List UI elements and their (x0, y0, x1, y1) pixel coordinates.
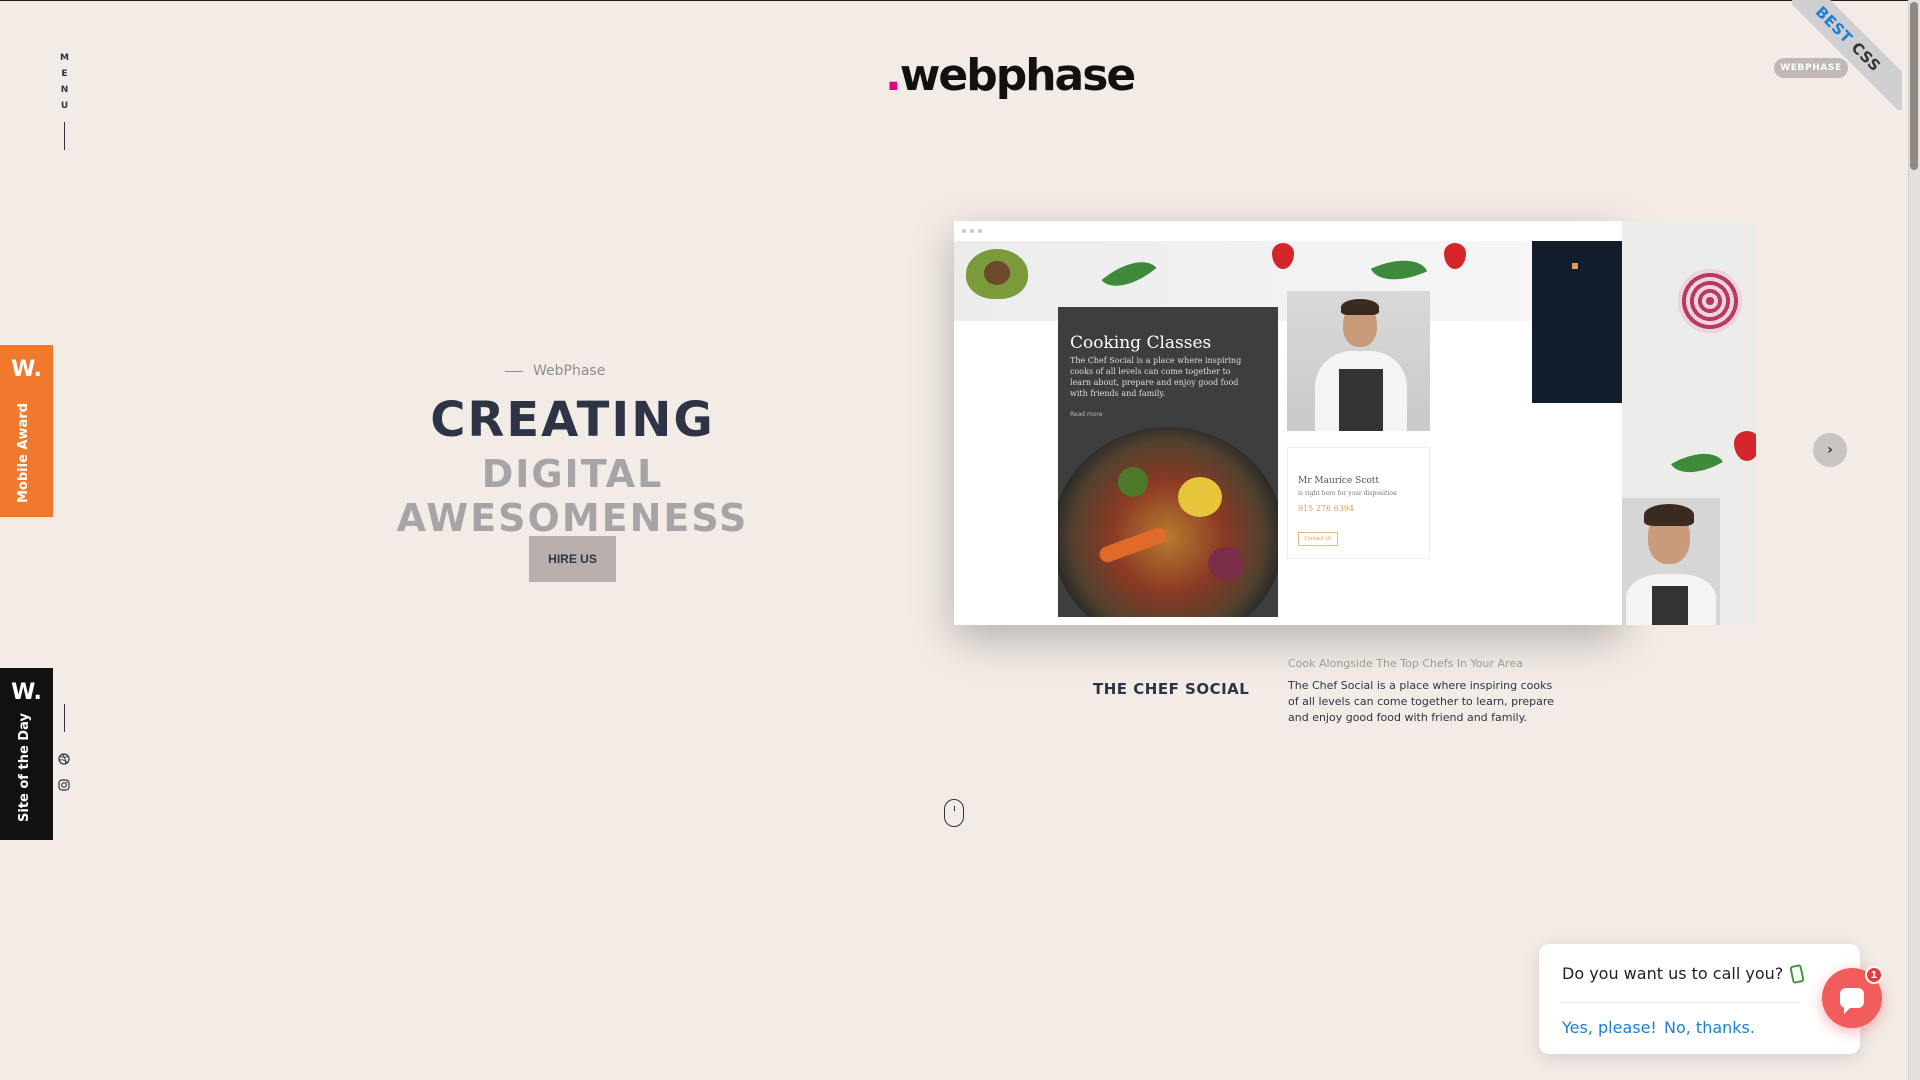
hire-us-button[interactable]: HIRE US (529, 536, 616, 582)
contact-subtitle: is right here for your disposition (1298, 490, 1397, 497)
contact-phone: 915 276 6394 (1298, 504, 1354, 513)
logo-text: webphase (899, 50, 1137, 101)
project-name[interactable]: THE CHEF SOCIAL (1093, 680, 1249, 698)
hero-kicker: WebPhase (505, 363, 805, 379)
chat-question: Do you want us to call you? (1562, 964, 1784, 983)
menu-letter: N (60, 85, 70, 95)
chat-no-button[interactable]: No, thanks. (1664, 1018, 1755, 1037)
chat-notification-badge: 1 (1865, 966, 1883, 984)
hero-subtitle: DIGITAL AWESOMENESS (396, 452, 749, 540)
hero-title: CREATING (430, 392, 715, 448)
kicker-dash (505, 370, 523, 372)
ribbon-best: BEST (1811, 2, 1857, 48)
browser-bar (954, 221, 1622, 241)
menu-button[interactable]: M E N U (58, 50, 72, 114)
mobile-award-tab[interactable]: W. Mobile Award (0, 345, 53, 517)
chat-yes-button[interactable]: Yes, please! (1562, 1018, 1657, 1037)
menu-divider (64, 122, 65, 150)
dribbble-icon[interactable] (57, 752, 71, 766)
menu-letter: M (60, 53, 70, 63)
chef-photo (1622, 498, 1720, 625)
next-project-preview[interactable] (1622, 221, 1756, 625)
instagram-icon[interactable] (57, 778, 71, 792)
project-screenshot[interactable]: Cooking Classes The Chef Social is a pla… (954, 221, 1622, 625)
ribbon-css: CSS (1847, 38, 1885, 76)
menu-letter: E (61, 69, 69, 79)
card-title: Cooking Classes (1070, 333, 1212, 353)
card-read-more: Read more (1070, 411, 1103, 418)
scrollbar-thumb[interactable] (1910, 2, 1918, 170)
best-css-ribbon[interactable]: BEST CSS (1792, 0, 1902, 110)
chef-photo (1287, 291, 1430, 431)
contact-name: Mr Maurice Scott (1298, 476, 1380, 486)
strawberry-image (1734, 431, 1756, 461)
scroll-mouse-icon[interactable] (944, 799, 964, 827)
kicker-text: WebPhase (533, 363, 606, 379)
social-divider (64, 704, 65, 732)
site-of-the-day-tab[interactable]: W. Site of the Day (0, 668, 53, 840)
contact-card: Mr Maurice Scott is right here for your … (1287, 447, 1430, 559)
logo-dot: . (885, 50, 902, 101)
contact-us-button: Contact Us (1298, 532, 1338, 546)
onion-image (1678, 269, 1742, 333)
leaf-image (1671, 441, 1723, 485)
chat-divider (1562, 1002, 1798, 1003)
site-of-the-day-label: Site of the Day (17, 713, 32, 822)
chat-bubble-icon (1840, 988, 1864, 1014)
cooking-classes-card: Cooking Classes The Chef Social is a pla… (1058, 307, 1278, 617)
site-logo[interactable]: .webphase (885, 46, 1137, 106)
carousel-next-button[interactable]: › (1813, 433, 1847, 467)
project-tagline: Cook Alongside The Top Chefs In Your Are… (1288, 657, 1523, 670)
chat-popup: Do you want us to call you? Yes, please!… (1539, 944, 1860, 1054)
mobile-award-label: Mobile Award (16, 403, 31, 503)
avocado-image (966, 249, 1028, 299)
navy-panel (1532, 241, 1622, 403)
phone-icon (1789, 963, 1805, 984)
project-description: The Chef Social is a place where inspiri… (1288, 679, 1554, 724)
chat-question-row: Do you want us to call you? (1562, 963, 1805, 984)
top-border (0, 0, 1920, 1)
menu-letter: U (60, 101, 70, 111)
card-text: The Chef Social is a place where inspiri… (1070, 356, 1242, 398)
page-scrollbar[interactable] (1908, 0, 1920, 1080)
